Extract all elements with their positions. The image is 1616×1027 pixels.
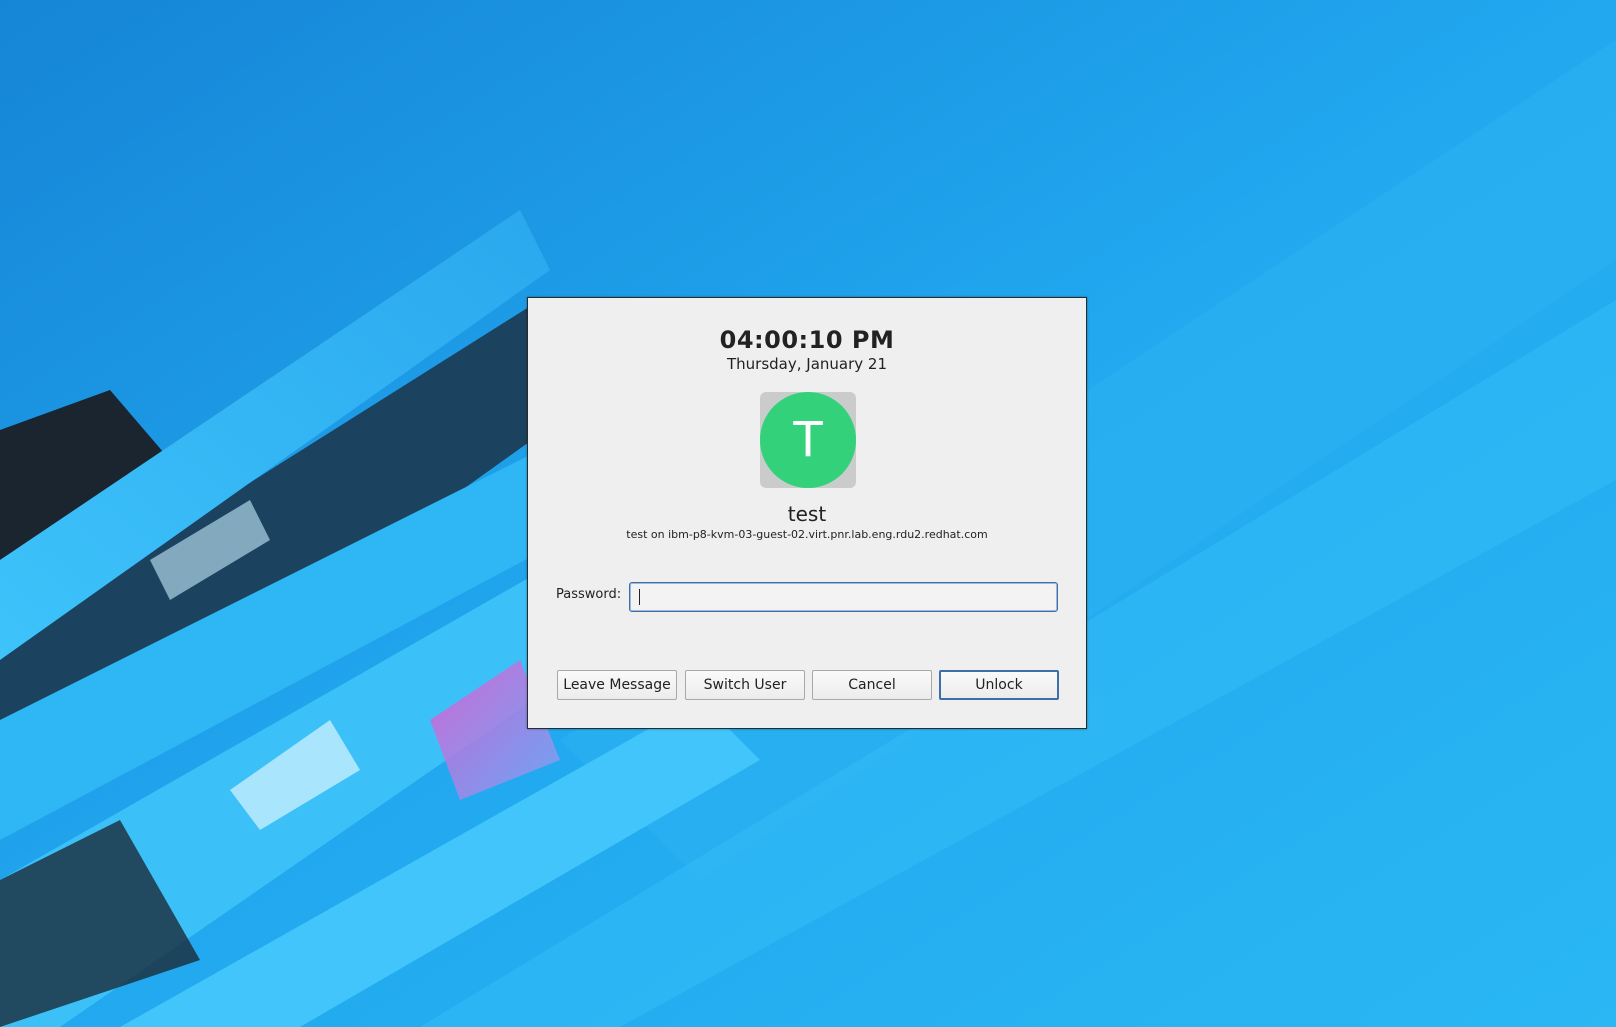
password-input[interactable]: [629, 582, 1058, 612]
leave-message-button[interactable]: Leave Message: [557, 670, 677, 700]
unlock-button[interactable]: Unlock: [939, 670, 1059, 700]
clock-time: 04:00:10 PM: [719, 326, 895, 354]
host-line: test on ibm-p8-kvm-03-guest-02.virt.pnr.…: [626, 528, 988, 541]
text-caret: [639, 589, 640, 605]
cancel-button[interactable]: Cancel: [812, 670, 932, 700]
clock-date: Thursday, January 21: [726, 355, 887, 373]
password-label: Password:: [556, 587, 622, 602]
lock-screen-dialog: 04:00:10 PM Thursday, January 21 T test …: [527, 297, 1087, 729]
username: test: [787, 502, 827, 526]
avatar: T: [760, 392, 856, 488]
avatar-letter: T: [760, 392, 856, 488]
switch-user-button[interactable]: Switch User: [685, 670, 805, 700]
